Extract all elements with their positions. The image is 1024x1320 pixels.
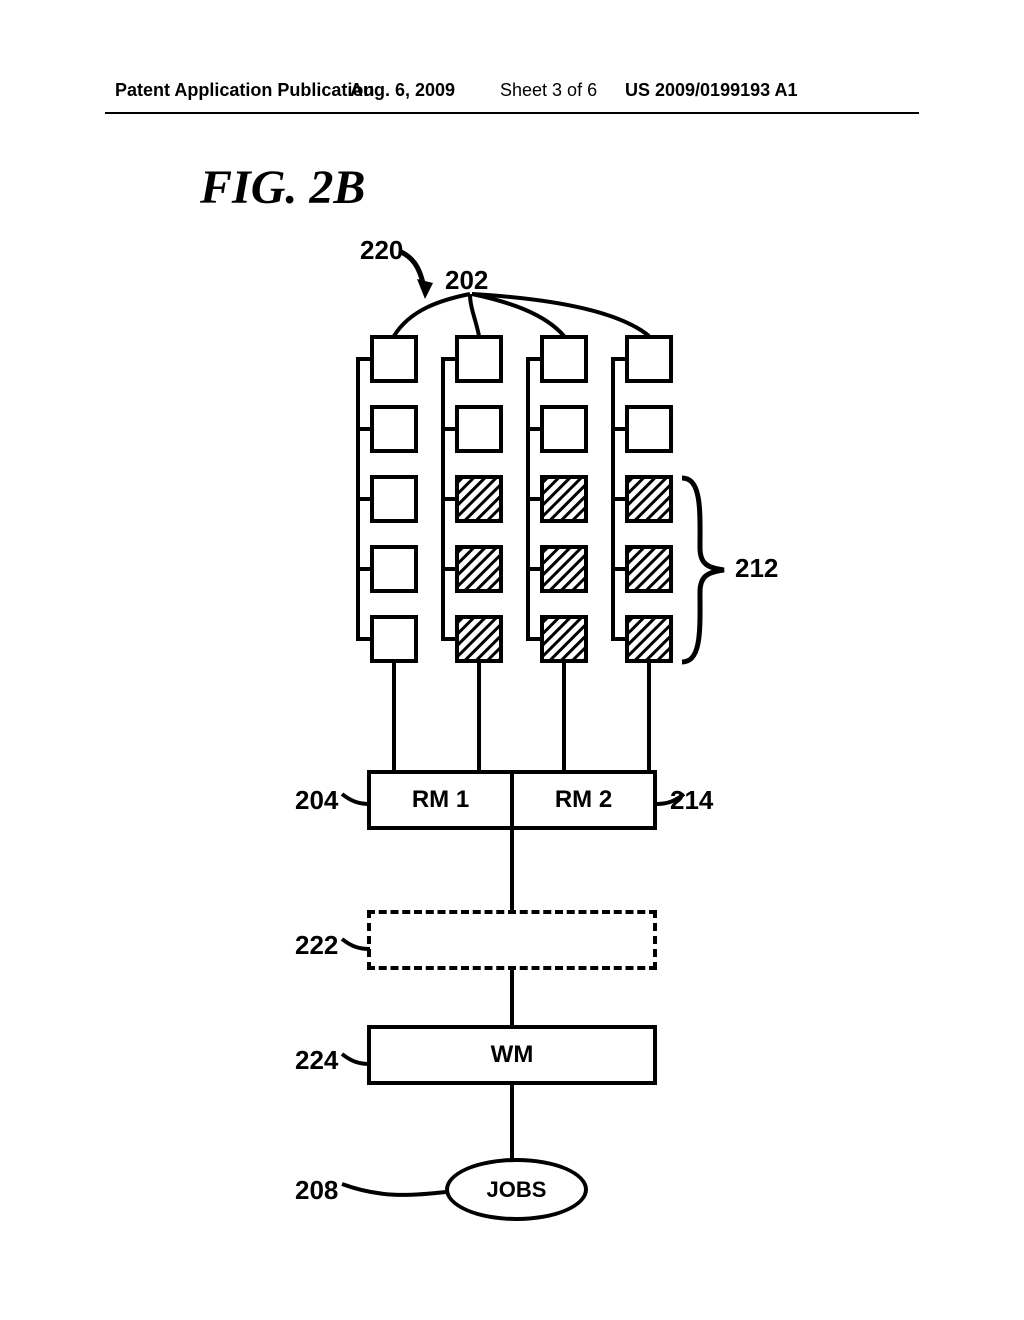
header-sheet: Sheet 3 of 6 xyxy=(500,80,597,101)
link-rm-dashed xyxy=(510,830,514,910)
node-c3-r4 xyxy=(625,615,673,663)
label-204: 204 xyxy=(295,785,338,816)
stem-col-4 xyxy=(647,663,651,773)
leader-202 xyxy=(380,290,690,340)
header-date: Aug. 6, 2009 xyxy=(350,80,455,101)
col-side-stem-1 xyxy=(441,357,445,641)
leader-214 xyxy=(652,790,686,810)
node-c0-r4 xyxy=(370,615,418,663)
col-side-stem-0 xyxy=(356,357,360,641)
stem-col-1 xyxy=(392,663,396,773)
label-212: 212 xyxy=(735,553,778,584)
node-c3-r0 xyxy=(625,335,673,383)
dashed-box-222 xyxy=(367,910,657,970)
header-number: US 2009/0199193 A1 xyxy=(625,80,797,101)
link-dashed-wm xyxy=(510,970,514,1025)
jobs-label: JOBS xyxy=(487,1177,547,1203)
wm-block: WM xyxy=(367,1025,657,1085)
col-side-stem-3 xyxy=(611,357,615,641)
node-c2-r0 xyxy=(540,335,588,383)
col-side-stem-2 xyxy=(526,357,530,641)
label-224: 224 xyxy=(295,1045,338,1076)
node-c2-r3 xyxy=(540,545,588,593)
node-c3-r3 xyxy=(625,545,673,593)
label-208: 208 xyxy=(295,1175,338,1206)
node-c0-r3 xyxy=(370,545,418,593)
node-c0-r2 xyxy=(370,475,418,523)
node-c1-r3 xyxy=(455,545,503,593)
leader-208 xyxy=(340,1180,450,1202)
stem-col-3 xyxy=(562,663,566,773)
node-c2-r1 xyxy=(540,405,588,453)
node-c1-r1 xyxy=(455,405,503,453)
node-c1-r0 xyxy=(455,335,503,383)
jobs-ellipse: JOBS xyxy=(445,1158,588,1221)
node-c1-r4 xyxy=(455,615,503,663)
node-c2-r2 xyxy=(540,475,588,523)
leader-204 xyxy=(340,790,374,810)
node-c3-r1 xyxy=(625,405,673,453)
node-c3-r2 xyxy=(625,475,673,523)
figure-title: FIG. 2B xyxy=(200,160,365,215)
wm-label: WM xyxy=(491,1041,534,1069)
rm-block: RM 1 RM 2 xyxy=(367,770,657,830)
header-rule xyxy=(105,112,919,114)
label-222: 222 xyxy=(295,930,338,961)
link-wm-jobs xyxy=(510,1085,514,1160)
node-c2-r4 xyxy=(540,615,588,663)
node-c0-r1 xyxy=(370,405,418,453)
header-publication: Patent Application Publication xyxy=(115,80,374,101)
brace-212 xyxy=(678,470,738,670)
rm1-label: RM 1 xyxy=(371,786,510,814)
stem-col-2 xyxy=(477,663,481,773)
rm2-label: RM 2 xyxy=(514,786,653,814)
node-c1-r2 xyxy=(455,475,503,523)
leader-222 xyxy=(340,935,374,955)
leader-224 xyxy=(340,1050,374,1070)
node-c0-r0 xyxy=(370,335,418,383)
